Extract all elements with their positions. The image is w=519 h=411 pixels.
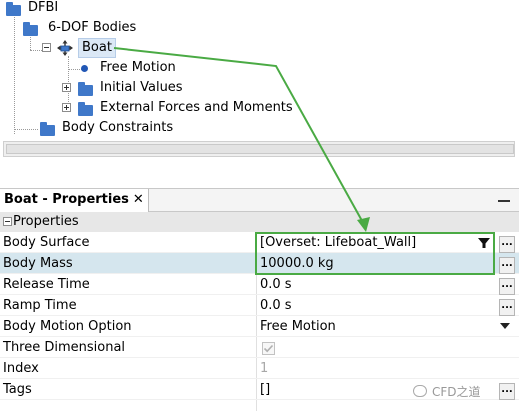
annotation-arrow: [113, 47, 370, 232]
wechat-logo-icon: [413, 385, 427, 397]
watermark-text: CFD之道: [432, 385, 481, 399]
